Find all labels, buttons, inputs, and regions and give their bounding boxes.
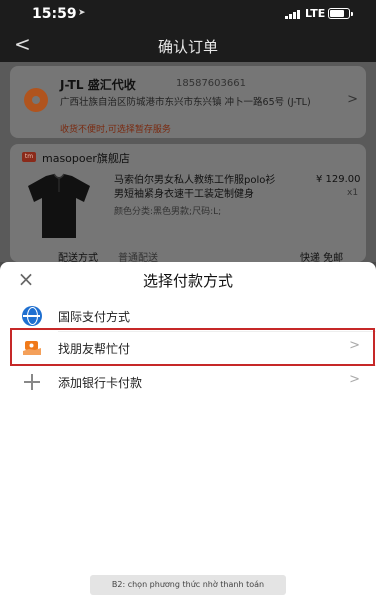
address-card[interactable]: J-TL 盛汇代收 18587603661 广西壮族自治区防城港市东兴市东兴镇 … — [10, 66, 366, 138]
plus-icon — [22, 372, 42, 392]
sheet-title: 选择付款方式 — [142, 272, 233, 290]
chevron-right-icon: > — [349, 372, 360, 387]
product-image[interactable] — [24, 172, 94, 240]
shop-logo-icon: tm — [22, 152, 36, 162]
location-arrow-icon: ➤ — [78, 8, 86, 18]
address-note: 收货不便时,可选择暂存服务 — [60, 125, 171, 135]
shop-name: masopoer旗舰店 — [42, 152, 130, 165]
shop-card: tm masopoer旗舰店 马索伯尔男女私人教练工作服polo衫男短袖紧身衣速… — [10, 144, 366, 264]
address-name: J-TL 盛汇代收 — [60, 78, 136, 92]
order-content: J-TL 盛汇代收 18587603661 广西壮族自治区防城港市东兴市东兴镇 … — [0, 62, 376, 264]
option-label: 国际支付方式 — [58, 310, 131, 324]
option-international-payment[interactable]: 国际支付方式 — [0, 300, 376, 330]
product-price: ¥ 129.00 — [316, 174, 361, 185]
signal-icon — [285, 9, 301, 19]
status-bar: 15:59 ➤ LTE — [0, 0, 376, 28]
address-phone: 18587603661 — [176, 78, 246, 89]
page-title: 确认订单 — [157, 38, 218, 56]
tutorial-caption: B2: chọn phương thức nhờ thanh toán — [90, 575, 286, 595]
network-label: LTE — [305, 7, 326, 20]
location-pin-icon — [24, 88, 48, 112]
option-label: 添加银行卡付款 — [58, 376, 143, 390]
highlight-box — [10, 328, 375, 366]
product-title: 马索伯尔男女私人教练工作服polo衫男短袖紧身衣速干工装定制健身 — [114, 175, 276, 200]
phone-screen: 15:59 ➤ LTE < 确认订单 J-TL 盛汇代收 18587603661… — [0, 0, 376, 600]
chevron-right-icon: > — [347, 92, 358, 107]
battery-icon — [328, 8, 353, 19]
payment-method-sheet: × 选择付款方式 国际支付方式 找朋友帮忙付 > 添加银行卡付款 > — [0, 262, 376, 600]
product-qty: x1 — [347, 188, 359, 198]
status-time: 15:59 — [32, 6, 77, 22]
product-spec: 颜色分类:黑色男款;尺码:L; — [114, 207, 222, 217]
address-line: 广西壮族自治区防城港市东兴市东兴镇 冲卜一路65号 (J-TL) — [60, 97, 311, 108]
option-add-bank-card[interactable]: 添加银行卡付款 > — [0, 366, 376, 396]
nav-bar: < 确认订单 — [0, 28, 376, 62]
globe-icon — [22, 306, 42, 326]
